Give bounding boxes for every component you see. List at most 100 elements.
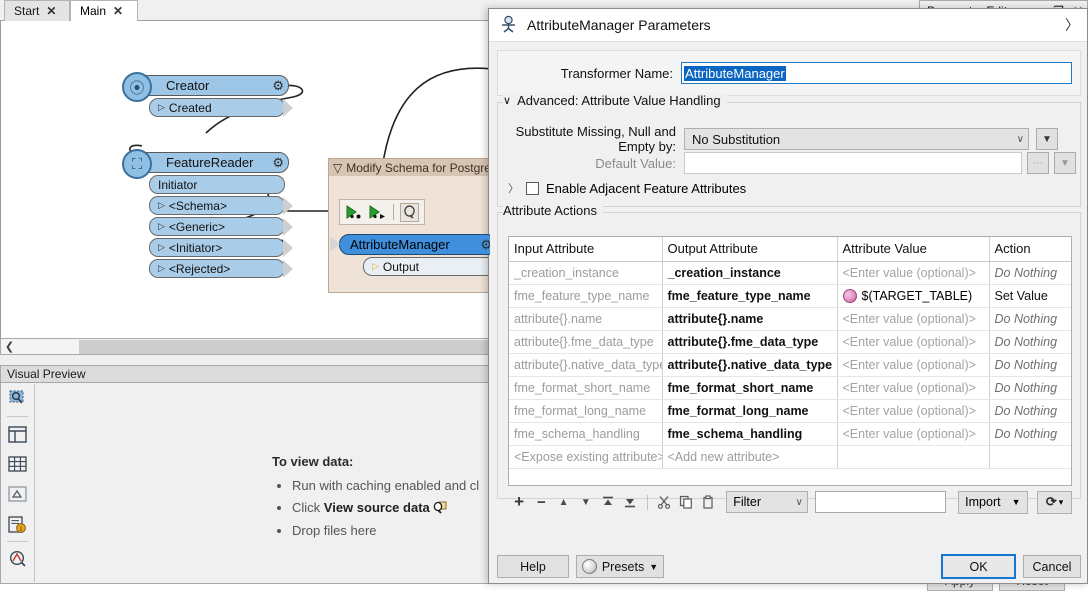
substitute-dropdown-button[interactable]: ▼ <box>1036 128 1058 150</box>
substitute-select[interactable]: No Substitution ∨ <box>684 128 1029 150</box>
table-toolbar[interactable]: + − ▲ ▼ Filter ∨ Import ▼ ⟳ ▾ <box>508 490 1073 514</box>
bookmark-modify-schema[interactable]: ▽ Modify Schema for Postgre AttributeMan… <box>328 158 490 293</box>
canvas-horizontal-scrollbar[interactable]: ❮ <box>0 338 499 355</box>
cell-action[interactable]: Set Value <box>989 284 1071 308</box>
cell-attribute-value[interactable]: <Enter value (optional)> <box>837 422 990 446</box>
table-row[interactable]: <Expose existing attribute> <Add new attr… <box>509 445 1071 469</box>
refresh-button[interactable]: ⟳ ▾ <box>1037 490 1073 514</box>
cell-input-attribute[interactable]: attribute{}.native_data_type <box>509 353 663 377</box>
gear-icon[interactable]: ⚙ <box>272 78 284 94</box>
column-header-action[interactable]: Action <box>989 237 1071 262</box>
inspect-icon[interactable] <box>433 500 448 515</box>
node-attribute-manager-header[interactable]: AttributeManager ⚙ <box>330 234 490 255</box>
filter-select[interactable]: Filter ∨ <box>726 491 808 513</box>
default-value-dropdown-button[interactable]: ▼ <box>1054 152 1076 174</box>
cell-action[interactable]: Do Nothing <box>989 261 1071 285</box>
transformer-name-input[interactable]: AttributeManager <box>681 62 1072 84</box>
add-row-icon[interactable]: + <box>508 491 530 514</box>
column-header-input-attribute[interactable]: Input Attribute <box>509 237 663 262</box>
gear-icon[interactable]: ⚙ <box>480 237 490 253</box>
bookmark-toolbar[interactable] <box>339 199 425 225</box>
table-row[interactable]: fme_feature_type_name fme_feature_type_na… <box>509 284 1071 308</box>
import-button[interactable]: Import ▼ <box>957 490 1029 514</box>
visual-preview-canvas[interactable]: To view data: Run with caching enabled a… <box>34 384 489 582</box>
paste-icon[interactable] <box>697 491 719 514</box>
cell-attribute-value[interactable]: <Enter value (optional)> <box>837 353 990 377</box>
cell-attribute-value[interactable]: <Enter value (optional)> <box>837 399 990 423</box>
cell-output-attribute[interactable]: attribute{}.native_data_type <box>662 353 838 377</box>
cancel-button[interactable]: Cancel <box>1023 555 1081 578</box>
filter-input[interactable] <box>814 491 946 513</box>
cell-input-attribute[interactable]: <Expose existing attribute> <box>509 445 663 469</box>
view-source-data-label[interactable]: View source data <box>324 500 430 515</box>
cell-attribute-value[interactable]: <Enter value (optional)> <box>837 376 990 400</box>
cell-action[interactable]: Do Nothing <box>989 307 1071 331</box>
table-row[interactable]: _creation_instance _creation_instance <Ent… <box>509 261 1071 285</box>
remove-row-icon[interactable]: − <box>530 491 552 514</box>
node-feature-reader[interactable]: ⛶ FeatureReader ⚙ Initiator ▷ <Schema> ▷… <box>122 149 293 278</box>
cell-action[interactable]: Do Nothing <box>989 353 1071 377</box>
move-to-top-icon[interactable] <box>597 491 619 514</box>
table-row[interactable]: attribute{}.native_data_type attribute{}.… <box>509 353 1071 377</box>
cell-action[interactable]: Do Nothing <box>989 330 1071 354</box>
cell-action[interactable]: Do Nothing <box>989 422 1071 446</box>
cut-icon[interactable] <box>652 491 674 514</box>
port-rejected[interactable]: ▷ <Rejected> <box>149 259 293 278</box>
cell-attribute-value[interactable]: <Enter value (optional)> <box>837 261 990 285</box>
ok-button[interactable]: OK <box>941 554 1016 579</box>
cell-action[interactable]: Do Nothing <box>989 376 1071 400</box>
column-header-attribute-value[interactable]: Attribute Value <box>837 237 990 262</box>
node-attribute-manager[interactable]: AttributeManager ⚙ ▷ Output <box>330 234 490 276</box>
workspace-canvas[interactable]: ⦿ Creator ⚙ ▷ Created ⛶ FeatureReader ⚙ … <box>0 21 491 343</box>
port-initiator-in[interactable]: Initiator <box>149 175 285 194</box>
cell-attribute-value[interactable]: <Enter value (optional)> <box>837 330 990 354</box>
adjacent-attributes-checkbox[interactable] <box>526 181 539 195</box>
tab-start[interactable]: Start ✕ <box>4 0 70 21</box>
copy-icon[interactable] <box>675 491 697 514</box>
layout-panel-icon[interactable] <box>2 419 33 449</box>
collapse-icon[interactable]: 〉 <box>1065 15 1079 35</box>
table-row[interactable]: fme_format_long_name fme_format_long_name… <box>509 399 1071 423</box>
advanced-section-legend[interactable]: ∨ Advanced: Attribute Value Handling <box>503 93 727 108</box>
attribute-in-icon[interactable] <box>345 203 364 222</box>
table-view-icon[interactable] <box>2 449 33 479</box>
node-creator-header[interactable]: ⦿ Creator ⚙ <box>122 72 289 102</box>
cell-output-attribute[interactable]: fme_feature_type_name <box>662 284 838 308</box>
visual-preview-toolbar[interactable]: i <box>2 384 33 582</box>
cell-input-attribute[interactable]: fme_schema_handling <box>509 422 663 446</box>
attribute-actions-table[interactable]: Input Attribute Output Attribute Attribu… <box>508 236 1072 486</box>
feature-info-icon[interactable]: i <box>2 509 33 539</box>
chevron-down-icon[interactable]: ∨ <box>503 94 511 107</box>
table-row[interactable]: fme_schema_handling fme_schema_handling <E… <box>509 422 1071 446</box>
cell-output-attribute[interactable]: _creation_instance <box>662 261 838 285</box>
bookmark-title-bar[interactable]: ▽ Modify Schema for Postgre <box>329 159 490 176</box>
default-value-input[interactable] <box>684 152 1022 174</box>
cell-output-attribute[interactable]: fme_format_long_name <box>662 399 838 423</box>
node-creator[interactable]: ⦿ Creator ⚙ ▷ Created <box>122 72 293 117</box>
presets-button[interactable]: Presets ▼ <box>576 555 664 578</box>
cell-input-attribute[interactable]: _creation_instance <box>509 261 663 285</box>
close-icon[interactable]: ✕ <box>113 5 123 17</box>
attribute-out-icon[interactable] <box>368 203 387 222</box>
port-initiator-out[interactable]: ▷ <Initiator> <box>149 238 293 257</box>
default-value-browse-button[interactable]: ⋯ <box>1027 152 1049 174</box>
column-header-output-attribute[interactable]: Output Attribute <box>662 237 838 262</box>
cell-output-attribute[interactable]: attribute{}.name <box>662 307 838 331</box>
cell-output-attribute[interactable]: attribute{}.fme_data_type <box>662 330 838 354</box>
port-output[interactable]: ▷ Output <box>363 257 490 276</box>
move-down-icon[interactable]: ▼ <box>575 491 597 514</box>
cell-action[interactable]: Do Nothing <box>989 399 1071 423</box>
cell-input-attribute[interactable]: fme_format_long_name <box>509 399 663 423</box>
table-row[interactable]: fme_format_short_name fme_format_short_na… <box>509 376 1071 400</box>
cell-action[interactable] <box>989 445 1071 469</box>
chevron-down-icon[interactable]: ▽ <box>333 161 342 175</box>
cell-input-attribute[interactable]: fme_format_short_name <box>509 376 663 400</box>
port-generic[interactable]: ▷ <Generic> <box>149 217 293 236</box>
cell-input-attribute[interactable]: attribute{}.name <box>509 307 663 331</box>
cell-attribute-value[interactable]: <Enter value (optional)> <box>837 307 990 331</box>
inspect-point-icon[interactable] <box>2 544 33 574</box>
adjacent-attributes-row[interactable]: 〉 Enable Adjacent Feature Attributes <box>508 180 746 196</box>
move-up-icon[interactable]: ▲ <box>553 491 575 514</box>
cell-output-attribute[interactable]: fme_schema_handling <box>662 422 838 446</box>
cell-output-attribute[interactable]: fme_format_short_name <box>662 376 838 400</box>
